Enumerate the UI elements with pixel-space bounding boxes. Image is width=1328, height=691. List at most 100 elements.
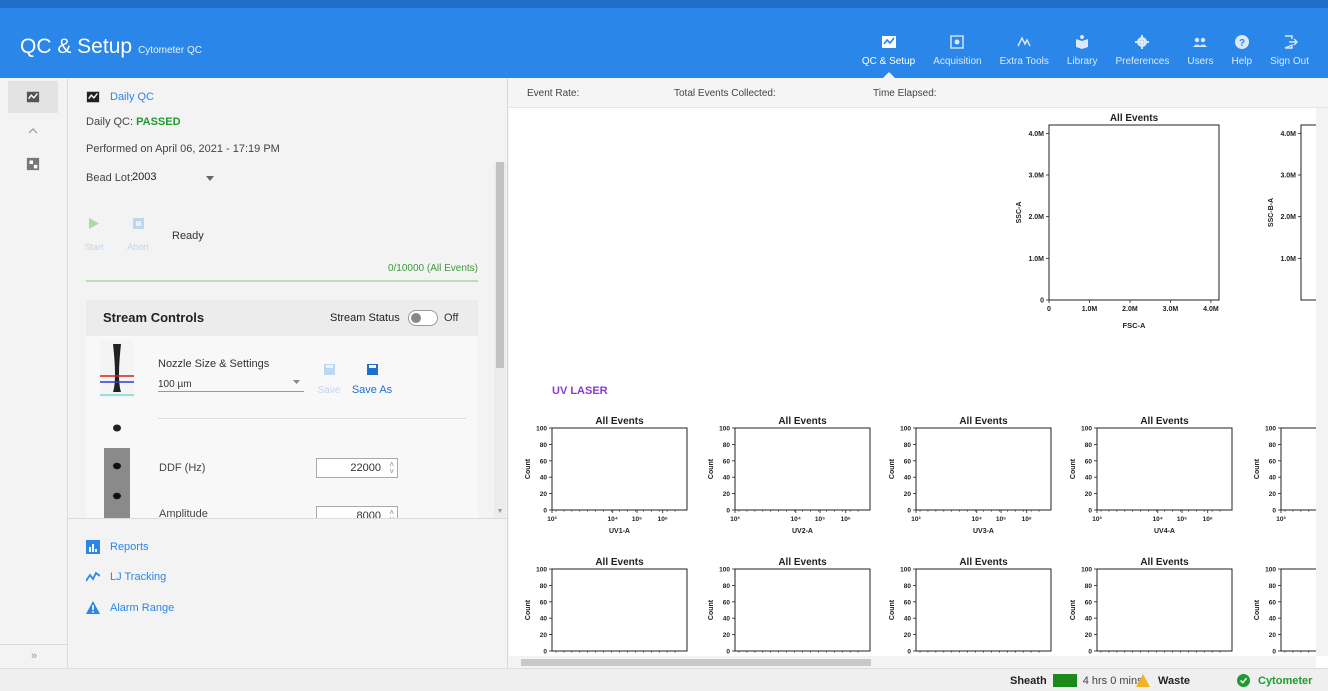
toggle-knob [411, 313, 421, 323]
y-axis-label: Count [1254, 458, 1261, 479]
amplitude-input[interactable]: 8000 ˄˅ [316, 506, 398, 518]
y-axis-label: Count [1070, 458, 1077, 479]
save-label: Save [317, 385, 341, 396]
y-tick-label: 100 [1265, 426, 1276, 433]
bead-lot-select[interactable]: 2003 [132, 171, 220, 187]
y-tick-label: 100 [1081, 567, 1092, 574]
nav-acquisition[interactable]: Acquisition [924, 8, 990, 78]
reports-icon [86, 540, 100, 554]
qc-icon [26, 91, 40, 103]
y-tick-label: 40 [904, 475, 912, 482]
y-tick-label: 40 [904, 616, 912, 623]
scrollbar-thumb[interactable] [496, 162, 504, 368]
plot-title: All Events [1140, 416, 1189, 427]
plots-svg: All Events 0 1.0M 2.0M 3.0M 4.0M 0 1.0M 2.0M 3.0M… [525, 113, 1316, 656]
nozzle-select[interactable]: 100 µm [158, 374, 304, 392]
ddf-input[interactable]: 22000 ˄ ˅ [316, 458, 398, 478]
alarm-range-link[interactable]: Alarm Range [86, 601, 174, 615]
stream-status-toggle[interactable] [408, 310, 438, 326]
uv-laser-label: UV LASER [552, 385, 608, 397]
y-tick-label: 100 [900, 426, 911, 433]
plot-title: All Events [959, 416, 1008, 427]
daily-qc-header[interactable]: Daily QC [86, 90, 154, 104]
scroll-down-arrow[interactable]: ▼ [494, 508, 506, 518]
nav-preferences[interactable]: Preferences [1106, 8, 1178, 78]
nav-users[interactable]: Users [1178, 8, 1222, 78]
waste-label: Waste [1158, 674, 1190, 687]
save-as-button[interactable]: Save As [348, 362, 396, 396]
y-tick-label: 0 [543, 649, 547, 656]
qc-progress-text: 0/10000 (All Events) [387, 263, 478, 274]
nav-help[interactable]: ? Help [1223, 8, 1262, 78]
cytometer-status: Cytometer [1237, 674, 1312, 687]
nav-qc-setup[interactable]: QC & Setup [853, 8, 924, 79]
nav-extra-tools[interactable]: Extra Tools [991, 8, 1058, 78]
x-axis-label: FSC-A [1123, 321, 1146, 330]
rail-collapse-button[interactable] [8, 115, 58, 147]
y-tick-label: 60 [904, 458, 912, 465]
scrollbar-thumb[interactable] [521, 659, 871, 666]
y-tick-label: 20 [1269, 632, 1277, 639]
abort-button[interactable]: Abort [122, 216, 154, 252]
qc-panel-scrollbar[interactable]: ▼ [494, 162, 506, 518]
y-axis-label: Count [525, 599, 532, 620]
x-tick-label: 10⁵ [996, 516, 1006, 523]
plot-frame [734, 568, 871, 652]
amplitude-spinner[interactable]: ˄˅ [389, 509, 394, 519]
y-tick-label: 20 [723, 632, 731, 639]
y-tick-label: 2.0M [1280, 214, 1296, 221]
performed-date: Performed on April 06, 2021 - 17:19 PM [86, 143, 280, 155]
y-tick-label: 60 [1085, 458, 1093, 465]
y-tick-label: 4.0M [1028, 131, 1044, 138]
rail-tools-button[interactable] [8, 148, 58, 180]
amplitude-label: Amplitude [159, 508, 208, 518]
rail-expand-button[interactable]: » [0, 644, 68, 668]
plot-vertical-scrollbar[interactable] [1316, 108, 1328, 656]
nav-library[interactable]: Library [1058, 8, 1107, 78]
reports-link[interactable]: Reports [86, 540, 149, 554]
y-tick-label: 20 [1269, 491, 1277, 498]
abort-icon [132, 218, 144, 229]
left-rail: » [0, 78, 68, 668]
alarm-range-label: Alarm Range [110, 602, 175, 614]
y-tick-label: 40 [723, 475, 731, 482]
bead-lot-label: Bead Lot: [86, 172, 134, 184]
plot-title: All Events [959, 557, 1008, 568]
acquisition-stats-bar: Event Rate: Total Events Collected: Time… [509, 78, 1328, 108]
time-elapsed-label: Time Elapsed: [873, 88, 937, 99]
chevron-up-icon [28, 128, 38, 134]
start-button[interactable]: Start [78, 216, 110, 252]
qc-state: Ready [172, 230, 204, 242]
ddf-label: DDF (Hz) [159, 462, 206, 474]
plot-frame [734, 427, 871, 511]
y-tick-label: 3.0M [1028, 173, 1044, 180]
daily-qc-link[interactable]: Daily QC [110, 91, 154, 103]
y-axis-label: SSC-B-A [1268, 198, 1275, 227]
save-button[interactable]: Save [317, 362, 341, 396]
y-axis-label: SSC-A [1016, 202, 1023, 224]
y-tick-label: 100 [1265, 567, 1276, 574]
main-nav: QC & Setup Acquisition Extra Tools Libra… [853, 8, 1318, 79]
rail-qc-button[interactable] [8, 81, 58, 113]
lj-tracking-label: LJ Tracking [110, 571, 167, 583]
tracking-icon [86, 571, 100, 582]
y-tick-label: 100 [1081, 426, 1092, 433]
plot-horizontal-scrollbar[interactable] [509, 656, 1316, 668]
lj-tracking-link[interactable]: LJ Tracking [86, 570, 166, 584]
qc-scroll-area: Daily QC Daily QC: PASSED Performed on A… [68, 78, 508, 518]
event-rate-label: Event Rate: [527, 88, 580, 99]
acquisition-view: Event Rate: Total Events Collected: Time… [509, 78, 1328, 668]
plot-frame [551, 568, 688, 652]
y-tick-label: 60 [1085, 599, 1093, 606]
bead-lot-value: 2003 [132, 171, 157, 183]
stream-status-label: Stream Status [330, 312, 400, 324]
nav-sign-out[interactable]: Sign Out [1261, 8, 1318, 78]
y-tick-label: 100 [536, 567, 547, 574]
ddf-spinner[interactable]: ˄ ˅ [389, 461, 394, 476]
plot-frame [1300, 124, 1316, 301]
y-tick-label: 60 [904, 599, 912, 606]
x-tick-label: 10⁶ [1203, 516, 1213, 523]
x-tick-label: 10⁶ [658, 516, 668, 523]
plot-frame [915, 427, 1052, 511]
y-tick-label: 60 [723, 599, 731, 606]
